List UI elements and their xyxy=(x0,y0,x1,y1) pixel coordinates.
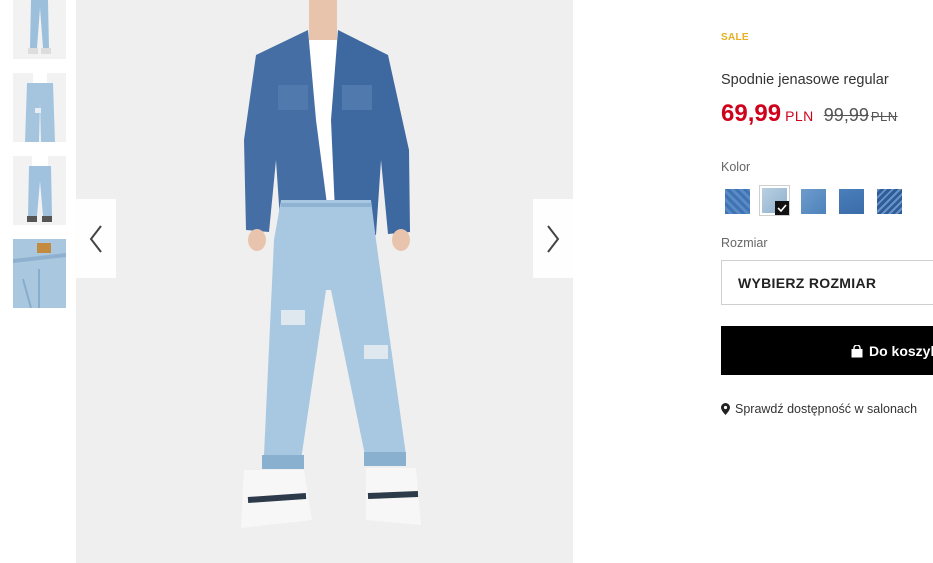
jeans-back-thumbnail xyxy=(13,156,66,225)
old-price-currency: PLN xyxy=(870,109,898,124)
current-price: 69,99 xyxy=(721,100,782,127)
chevron-left-icon xyxy=(89,224,102,253)
swatch-fill xyxy=(877,189,902,214)
swatch-fill xyxy=(801,189,826,214)
model-wearing-jeans-photo xyxy=(76,0,573,563)
color-swatch-2[interactable] xyxy=(759,185,790,216)
sale-badge: SALE xyxy=(721,32,749,43)
size-select-value: WYBIERZ ROZMIAR xyxy=(738,275,877,291)
product-title: Spodnie jenasowe regular xyxy=(721,72,889,88)
add-to-cart-label: Do koszyka xyxy=(869,343,933,359)
color-swatches xyxy=(721,185,933,217)
check-store-availability-link[interactable]: Sprawdź dostępność w salonach xyxy=(721,402,917,416)
main-product-image[interactable] xyxy=(76,0,573,563)
color-swatch-3[interactable] xyxy=(801,189,826,214)
chevron-right-icon xyxy=(547,224,560,253)
jeans-detail-thumbnail xyxy=(13,239,66,308)
shopping-bag-icon xyxy=(851,344,863,357)
size-select[interactable]: WYBIERZ ROZMIAR xyxy=(721,260,933,305)
swatch-fill xyxy=(725,189,750,214)
price-row: 69,99 PLN 99,99 PLN xyxy=(721,100,898,128)
current-price-currency: PLN xyxy=(785,108,814,124)
previous-image-button[interactable] xyxy=(76,199,116,278)
thumbnail-2[interactable] xyxy=(13,73,66,142)
thumbnail-1[interactable] xyxy=(13,0,66,59)
size-label: Rozmiar xyxy=(721,236,768,250)
color-label: Kolor xyxy=(721,160,751,174)
selected-check-icon xyxy=(775,201,789,215)
thumbnail-3[interactable] xyxy=(13,156,66,225)
next-image-button[interactable] xyxy=(533,199,573,278)
map-pin-icon xyxy=(721,403,730,415)
color-swatch-4[interactable] xyxy=(839,189,864,214)
store-link-label: Sprawdź dostępność w salonach xyxy=(735,402,918,416)
jeans-side-thumbnail xyxy=(13,73,66,142)
old-price: 99,99 xyxy=(823,105,869,125)
thumbnail-4[interactable] xyxy=(13,239,66,308)
color-swatch-1[interactable] xyxy=(725,189,750,214)
color-swatch-5[interactable] xyxy=(877,189,902,214)
add-to-cart-button[interactable]: Do koszyka xyxy=(721,326,933,375)
swatch-fill xyxy=(839,189,864,214)
add-to-cart-content: Do koszyka xyxy=(851,343,933,359)
jeans-front-thumbnail xyxy=(13,0,66,59)
